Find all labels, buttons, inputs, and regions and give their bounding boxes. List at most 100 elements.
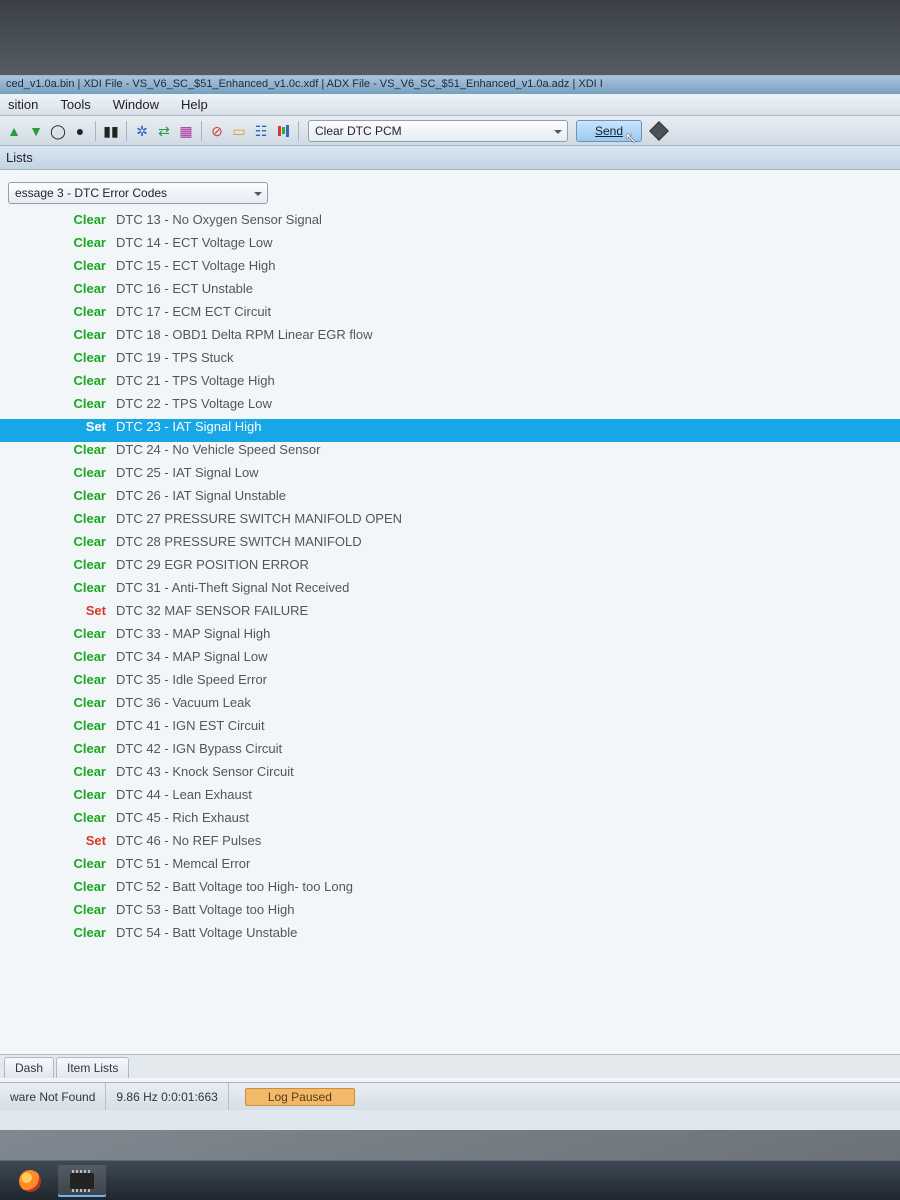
dtc-description: DTC 43 - Knock Sensor Circuit — [116, 764, 294, 779]
dtc-row[interactable]: ClearDTC 24 - No Vehicle Speed Sensor — [0, 442, 900, 465]
dtc-row[interactable]: ClearDTC 41 - IGN EST Circuit — [0, 718, 900, 741]
dtc-status: Clear — [60, 212, 116, 227]
dtc-status: Clear — [60, 281, 116, 296]
dtc-description: DTC 31 - Anti-Theft Signal Not Received — [116, 580, 349, 595]
monitor-icon[interactable]: ☷ — [251, 121, 271, 141]
dtc-row[interactable]: ClearDTC 45 - Rich Exhaust — [0, 810, 900, 833]
dtc-row[interactable]: ClearDTC 14 - ECT Voltage Low — [0, 235, 900, 258]
dtc-row[interactable]: SetDTC 23 - IAT Signal High — [0, 419, 900, 442]
dtc-row[interactable]: ClearDTC 33 - MAP Signal High — [0, 626, 900, 649]
message-select[interactable]: essage 3 - DTC Error Codes — [8, 182, 268, 204]
dtc-row[interactable]: ClearDTC 22 - TPS Voltage Low — [0, 396, 900, 419]
status-hardware: ware Not Found — [0, 1083, 106, 1110]
dtc-status: Clear — [60, 649, 116, 664]
dtc-description: DTC 17 - ECM ECT Circuit — [116, 304, 271, 319]
taskbar-app-tuner[interactable] — [58, 1165, 106, 1197]
dtc-description: DTC 33 - MAP Signal High — [116, 626, 270, 641]
menu-item[interactable]: Window — [109, 96, 163, 113]
log-paused-badge[interactable]: Log Paused — [245, 1088, 355, 1106]
folder-icon[interactable]: ▭ — [229, 121, 249, 141]
dtc-row[interactable]: ClearDTC 54 - Batt Voltage Unstable — [0, 925, 900, 948]
dtc-row[interactable]: ClearDTC 52 - Batt Voltage too High- too… — [0, 879, 900, 902]
dtc-description: DTC 54 - Batt Voltage Unstable — [116, 925, 297, 940]
dtc-status: Clear — [60, 327, 116, 342]
dtc-list-pane: essage 3 - DTC Error Codes ClearDTC 13 -… — [0, 170, 900, 1110]
swap-icon[interactable]: ⇄ — [154, 121, 174, 141]
dtc-status: Clear — [60, 718, 116, 733]
send-button-label: Send — [595, 124, 623, 138]
dtc-row[interactable]: ClearDTC 19 - TPS Stuck — [0, 350, 900, 373]
dtc-description: DTC 51 - Memcal Error — [116, 856, 250, 871]
menu-item[interactable]: sition — [4, 96, 42, 113]
dtc-status: Clear — [60, 396, 116, 411]
connect-icon[interactable]: ◯ — [48, 121, 68, 141]
arrow-down-icon[interactable]: ▼ — [26, 121, 46, 141]
dtc-status: Clear — [60, 902, 116, 917]
tab-dash[interactable]: Dash — [4, 1057, 54, 1078]
dtc-status: Clear — [60, 557, 116, 572]
bars-icon[interactable]: ▮▮ — [101, 121, 121, 141]
dtc-row[interactable]: ClearDTC 25 - IAT Signal Low — [0, 465, 900, 488]
dtc-status: Clear — [60, 810, 116, 825]
separator-icon — [95, 121, 96, 141]
dtc-row[interactable]: ClearDTC 35 - Idle Speed Error — [0, 672, 900, 695]
dtc-row[interactable]: ClearDTC 13 - No Oxygen Sensor Signal — [0, 212, 900, 235]
menu-item[interactable]: Tools — [56, 96, 94, 113]
dtc-row[interactable]: ClearDTC 26 - IAT Signal Unstable — [0, 488, 900, 511]
dtc-row[interactable]: ClearDTC 53 - Batt Voltage too High — [0, 902, 900, 925]
menu-item[interactable]: Help — [177, 96, 212, 113]
dtc-description: DTC 22 - TPS Voltage Low — [116, 396, 272, 411]
dtc-description: DTC 29 EGR POSITION ERROR — [116, 557, 309, 572]
dtc-row[interactable]: ClearDTC 44 - Lean Exhaust — [0, 787, 900, 810]
dtc-status: Clear — [60, 488, 116, 503]
dtc-description: DTC 42 - IGN Bypass Circuit — [116, 741, 282, 756]
dtc-row[interactable]: ClearDTC 31 - Anti-Theft Signal Not Rece… — [0, 580, 900, 603]
dtc-row[interactable]: SetDTC 32 MAF SENSOR FAILURE — [0, 603, 900, 626]
dtc-description: DTC 52 - Batt Voltage too High- too Long — [116, 879, 353, 894]
dtc-row[interactable]: ClearDTC 15 - ECT Voltage High — [0, 258, 900, 281]
grid-icon[interactable]: ▦ — [176, 121, 196, 141]
command-select[interactable]: Clear DTC PCM — [308, 120, 568, 142]
diamond-icon[interactable] — [649, 121, 669, 141]
arrow-up-icon[interactable]: ▲ — [4, 121, 24, 141]
dtc-row[interactable]: ClearDTC 16 - ECT Unstable — [0, 281, 900, 304]
dtc-status: Clear — [60, 672, 116, 687]
dtc-status: Clear — [60, 373, 116, 388]
dtc-description: DTC 15 - ECT Voltage High — [116, 258, 275, 273]
dtc-status: Clear — [60, 534, 116, 549]
record-icon[interactable]: ● — [70, 121, 90, 141]
dtc-description: DTC 32 MAF SENSOR FAILURE — [116, 603, 308, 618]
dtc-description: DTC 24 - No Vehicle Speed Sensor — [116, 442, 321, 457]
dtc-row[interactable]: ClearDTC 36 - Vacuum Leak — [0, 695, 900, 718]
dtc-description: DTC 23 - IAT Signal High — [116, 419, 261, 434]
dtc-description: DTC 44 - Lean Exhaust — [116, 787, 252, 802]
dtc-status: Set — [60, 419, 116, 434]
dtc-row[interactable]: ClearDTC 18 - OBD1 Delta RPM Linear EGR … — [0, 327, 900, 350]
dtc-row[interactable]: ClearDTC 34 - MAP Signal Low — [0, 649, 900, 672]
dtc-row[interactable]: ClearDTC 51 - Memcal Error — [0, 856, 900, 879]
chart-icon[interactable] — [273, 121, 293, 141]
dtc-list[interactable]: ClearDTC 13 - No Oxygen Sensor SignalCle… — [0, 210, 900, 948]
dtc-status: Clear — [60, 511, 116, 526]
gears-icon[interactable]: ✲ — [132, 121, 152, 141]
dtc-row[interactable]: SetDTC 46 - No REF Pulses — [0, 833, 900, 856]
taskbar-app-firefox[interactable] — [6, 1165, 54, 1197]
dtc-row[interactable]: ClearDTC 21 - TPS Voltage High — [0, 373, 900, 396]
dtc-row[interactable]: ClearDTC 28 PRESSURE SWITCH MANIFOLD — [0, 534, 900, 557]
tab-item-lists[interactable]: Item Lists — [56, 1057, 129, 1078]
dtc-row[interactable]: ClearDTC 27 PRESSURE SWITCH MANIFOLD OPE… — [0, 511, 900, 534]
dtc-description: DTC 28 PRESSURE SWITCH MANIFOLD — [116, 534, 362, 549]
dtc-status: Clear — [60, 856, 116, 871]
dtc-row[interactable]: ClearDTC 43 - Knock Sensor Circuit — [0, 764, 900, 787]
message-select-value: essage 3 - DTC Error Codes — [15, 186, 167, 200]
dtc-row[interactable]: ClearDTC 29 EGR POSITION ERROR — [0, 557, 900, 580]
dtc-row[interactable]: ClearDTC 42 - IGN Bypass Circuit — [0, 741, 900, 764]
dtc-status: Clear — [60, 626, 116, 641]
send-button[interactable]: Send ↖ — [576, 120, 642, 142]
dtc-status: Clear — [60, 695, 116, 710]
status-bar: ware Not Found 9.86 Hz 0:0:01:663 Log Pa… — [0, 1082, 900, 1110]
dtc-description: DTC 46 - No REF Pulses — [116, 833, 261, 848]
pane-title: Lists — [0, 146, 900, 170]
stop-icon[interactable]: ⊘ — [207, 121, 227, 141]
dtc-row[interactable]: ClearDTC 17 - ECM ECT Circuit — [0, 304, 900, 327]
